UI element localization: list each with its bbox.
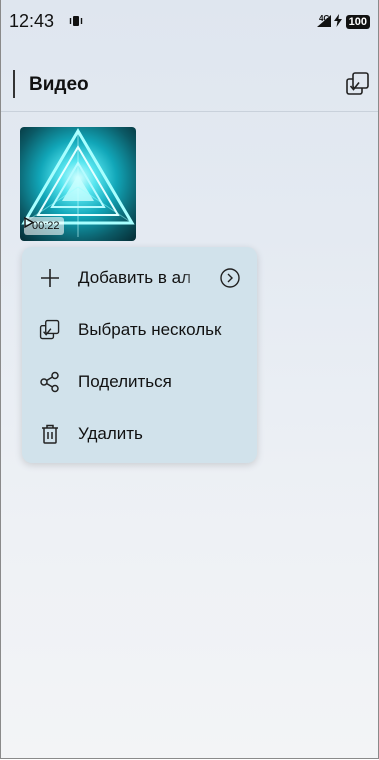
menu-item-select-multiple[interactable]: Выбрать нескольк [22, 310, 257, 350]
video-thumbnail[interactable]: 00:22 [20, 127, 136, 241]
menu-item-label: Поделиться [78, 372, 172, 391]
duration-badge: 00:22 [24, 217, 64, 235]
menu-item-share[interactable]: Поделиться [22, 362, 257, 402]
menu-item-label: Удалить [78, 424, 143, 443]
screen: 12:43 4G 100 Видео 00:22 Добавить в ал В… [0, 0, 379, 759]
network-type: 4G [318, 13, 330, 23]
duration-text: 00:22 [32, 220, 60, 232]
title-indicator [13, 70, 15, 98]
menu-item-add-to-album[interactable]: Добавить в ал [22, 258, 257, 298]
select-mode-button[interactable] [344, 70, 372, 98]
share-icon [38, 370, 62, 394]
menu-item-label: Выбрать нескольк [78, 320, 222, 339]
multi-select-icon [346, 72, 369, 95]
chevron-right-icon [220, 268, 240, 288]
charging-icon [333, 14, 342, 30]
app-bar: Видео [1, 50, 378, 112]
menu-item-label: Добавить в ал [78, 268, 191, 287]
trash-icon [38, 422, 62, 446]
page-title: Видео [29, 74, 89, 95]
menu-item-delete[interactable]: Удалить [22, 414, 257, 454]
status-bar: 12:43 4G 100 [1, 0, 378, 44]
clock: 12:43 [9, 11, 55, 32]
multi-select-icon [38, 318, 62, 342]
vibrate-icon [69, 14, 83, 33]
plus-icon [38, 266, 62, 290]
battery-level: 100 [345, 15, 370, 29]
context-menu: Добавить в ал Выбрать нескольк Поделитьс… [22, 247, 257, 463]
